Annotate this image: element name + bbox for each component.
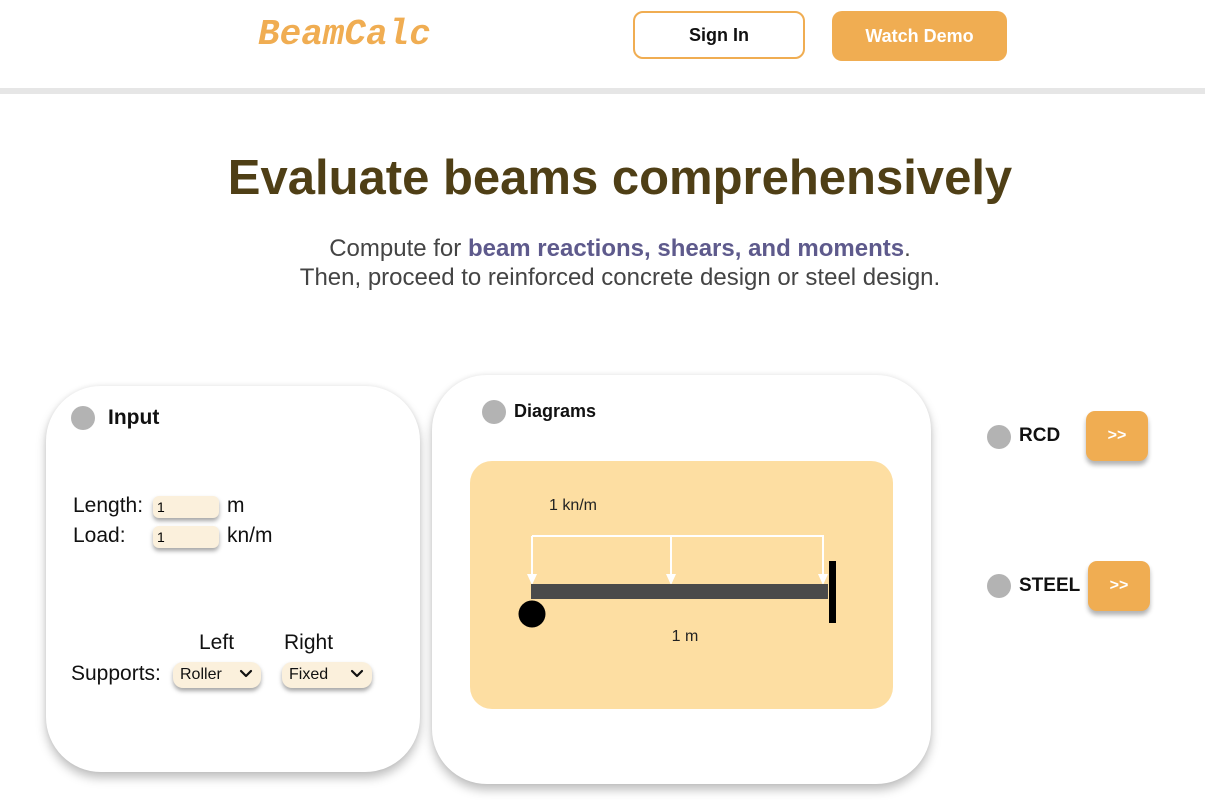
left-support-label: Left xyxy=(199,631,235,654)
load-magnitude-label: 1 kn/m xyxy=(549,497,597,514)
roller-support-icon xyxy=(518,600,546,628)
page-title: Evaluate beams comprehensively xyxy=(227,151,1013,205)
steel-status-dot xyxy=(987,574,1011,598)
hero-highlight: beam reactions, shears, and moments xyxy=(467,235,905,262)
input-status-dot xyxy=(71,406,95,430)
right-support-label: Right xyxy=(284,631,334,654)
load-label: Load: xyxy=(73,524,126,547)
load-input[interactable] xyxy=(153,526,219,548)
input-card-title: Input xyxy=(108,406,160,429)
left-support-select[interactable]: Roller xyxy=(173,662,261,688)
rcd-label: RCD xyxy=(1019,425,1061,446)
length-label: Length: xyxy=(73,494,144,517)
load-unit: kn/m xyxy=(227,524,273,547)
hero-line-1: Compute for beam reactions, shears, and … xyxy=(0,234,1205,263)
length-input[interactable] xyxy=(153,496,219,518)
top-header: BeamCalc Sign In Watch Demo xyxy=(0,0,1205,94)
beam-diagram: 1 kn/m 1 m xyxy=(470,461,893,709)
logo[interactable]: BeamCalc xyxy=(258,14,431,55)
chevron-down-icon xyxy=(350,669,364,678)
sign-in-button[interactable]: Sign In xyxy=(633,11,805,59)
fixed-support-icon xyxy=(829,561,836,623)
watch-demo-button[interactable]: Watch Demo xyxy=(832,11,1007,61)
left-support-value: Roller xyxy=(180,666,222,683)
beam-diagram-svg: 1 kn/m 1 m xyxy=(518,497,836,645)
input-card: Input Length: m Load: kn/m Left Right Su… xyxy=(46,386,420,772)
hero-line-1-suffix: . xyxy=(904,235,911,262)
supports-label: Supports: xyxy=(71,662,161,685)
diagrams-card-title: Diagrams xyxy=(514,401,597,421)
beam-length-label: 1 m xyxy=(672,628,699,645)
rcd-next-button[interactable]: >> xyxy=(1086,411,1148,461)
right-support-select[interactable]: Fixed xyxy=(282,662,372,688)
rcd-status-dot xyxy=(987,425,1011,449)
steel-next-button[interactable]: >> xyxy=(1088,561,1150,611)
hero-line-2: Then, proceed to reinforced concrete des… xyxy=(299,264,941,291)
hero-line-1-prefix: Compute for xyxy=(329,235,468,262)
steel-label: STEEL xyxy=(1019,575,1081,596)
right-support-value: Fixed xyxy=(289,666,329,683)
hero-subtitle: Compute for beam reactions, shears, and … xyxy=(0,234,1205,292)
diagrams-status-dot xyxy=(482,400,506,424)
chevron-down-icon xyxy=(239,669,253,678)
distributed-load-arrows xyxy=(527,535,828,585)
length-unit: m xyxy=(227,494,245,517)
beam-member xyxy=(531,584,828,599)
